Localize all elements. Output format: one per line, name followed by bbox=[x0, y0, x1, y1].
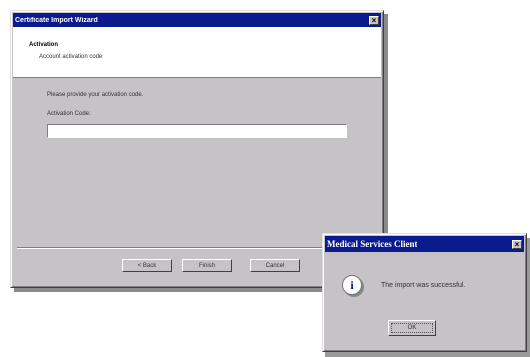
message-box-close-button[interactable]: × bbox=[512, 239, 522, 249]
message-box-title-bar[interactable]: Medical Services Client × bbox=[325, 236, 524, 252]
wizard-header-title: Activation bbox=[29, 42, 59, 48]
wizard-header-subtitle: Account activation code bbox=[39, 54, 103, 60]
ok-button[interactable]: OK bbox=[388, 320, 436, 336]
back-button[interactable]: < Back bbox=[122, 259, 172, 272]
info-icon: i bbox=[342, 275, 362, 295]
wizard-title: Certificate Import Wizard bbox=[15, 16, 98, 24]
wizard-close-button[interactable]: × bbox=[369, 15, 379, 25]
activation-code-input[interactable] bbox=[47, 124, 347, 138]
wizard-header-panel: Activation Account activation code bbox=[13, 27, 381, 78]
message-text: The import was successful. bbox=[381, 282, 466, 289]
cancel-button[interactable]: Cancel bbox=[250, 259, 300, 272]
message-box-window: Medical Services Client × i The import w… bbox=[322, 233, 527, 352]
info-icon-glyph: i bbox=[350, 277, 354, 292]
finish-button[interactable]: Finish bbox=[182, 259, 232, 272]
activation-code-label: Activation Code: bbox=[47, 111, 91, 117]
activation-instruction: Please provide your activation code. bbox=[47, 92, 144, 98]
wizard-title-bar[interactable]: Certificate Import Wizard × bbox=[13, 13, 381, 27]
message-box-title: Medical Services Client bbox=[327, 239, 418, 249]
